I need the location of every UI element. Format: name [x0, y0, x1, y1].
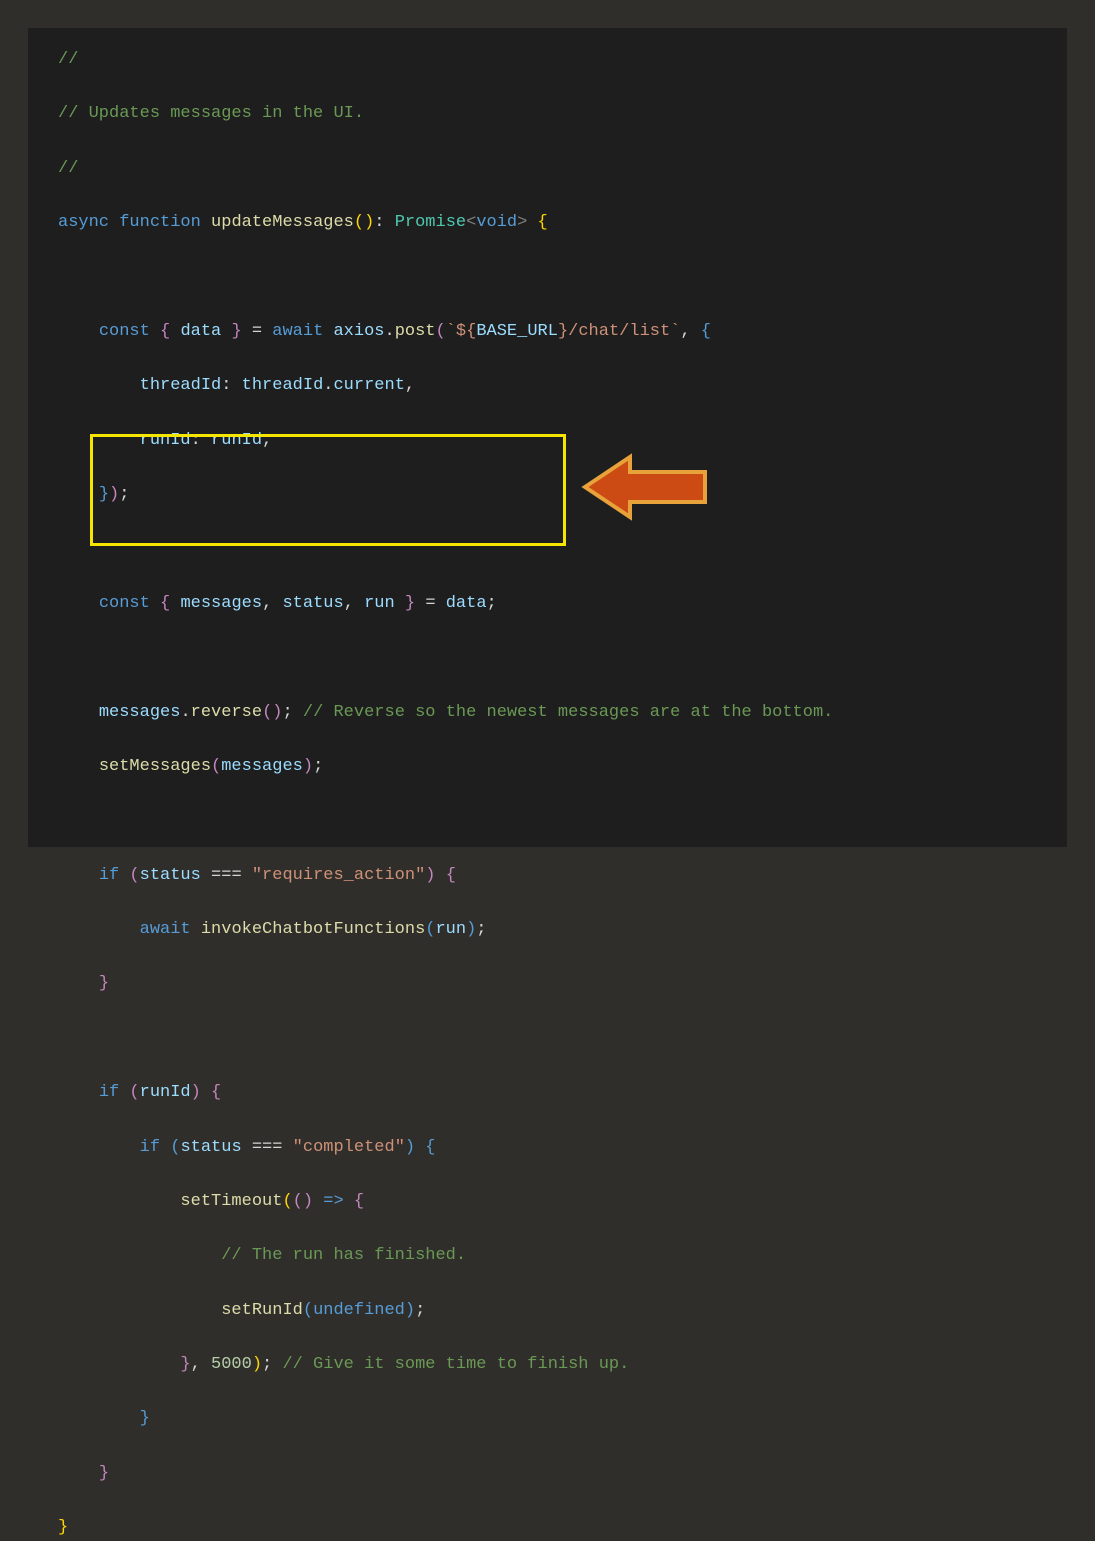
string: }/chat/list`	[558, 322, 680, 341]
comment-line: //	[58, 159, 78, 178]
comment-line: //	[58, 50, 78, 69]
identifier: runId	[140, 1083, 191, 1102]
comment-line: // The run has finished.	[221, 1246, 466, 1265]
comment-line: // Reverse so the newest messages are at…	[303, 703, 834, 722]
identifier: current	[333, 376, 404, 395]
keyword: async	[58, 213, 109, 232]
string: "requires_action"	[252, 866, 425, 885]
comment-line: // Updates messages in the UI.	[58, 104, 364, 123]
keyword: undefined	[313, 1301, 405, 1320]
function-call: setMessages	[99, 757, 211, 776]
identifier: axios	[333, 322, 384, 341]
identifier: data	[180, 322, 221, 341]
identifier: status	[140, 866, 201, 885]
keyword: if	[140, 1138, 160, 1157]
identifier: messages	[221, 757, 303, 776]
method: post	[395, 322, 436, 341]
identifier: messages	[99, 703, 181, 722]
keyword: if	[99, 1083, 119, 1102]
identifier: threadId	[242, 376, 324, 395]
identifier: runId	[140, 431, 191, 450]
string: "completed"	[293, 1138, 405, 1157]
code-editor-panel: // // Updates messages in the UI. // asy…	[28, 28, 1067, 847]
number: 5000	[211, 1355, 252, 1374]
identifier: run	[435, 920, 466, 939]
function-call: setTimeout	[180, 1192, 282, 1211]
identifier: run	[364, 594, 395, 613]
identifier: BASE_URL	[476, 322, 558, 341]
keyword: await	[272, 322, 323, 341]
function-name: updateMessages	[211, 213, 354, 232]
identifier: status	[180, 1138, 241, 1157]
keyword: function	[119, 213, 201, 232]
code-block[interactable]: // // Updates messages in the UI. // asy…	[58, 46, 1067, 1541]
keyword: const	[99, 594, 150, 613]
function-call: invokeChatbotFunctions	[201, 920, 425, 939]
comment-line: // Give it some time to finish up.	[282, 1355, 629, 1374]
identifier: messages	[180, 594, 262, 613]
type: Promise	[395, 213, 466, 232]
function-call: setRunId	[221, 1301, 303, 1320]
keyword: await	[140, 920, 191, 939]
keyword: if	[99, 866, 119, 885]
keyword: void	[476, 213, 517, 232]
identifier: threadId	[140, 376, 222, 395]
method: reverse	[191, 703, 262, 722]
identifier: runId	[211, 431, 262, 450]
identifier: data	[446, 594, 487, 613]
keyword: const	[99, 322, 150, 341]
identifier: status	[282, 594, 343, 613]
